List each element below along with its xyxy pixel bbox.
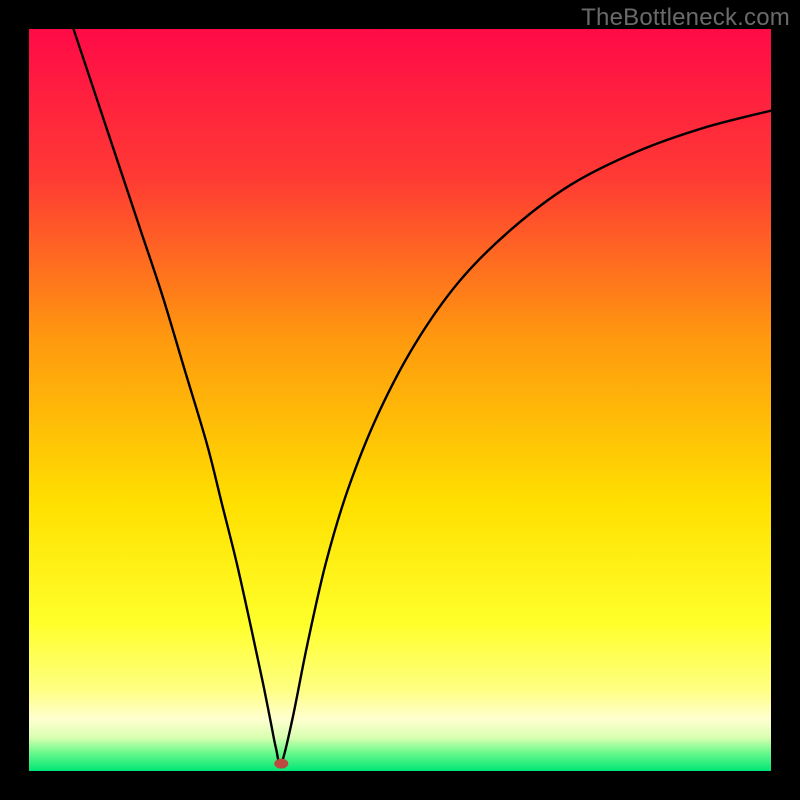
gradient-background xyxy=(29,29,771,771)
chart-svg xyxy=(29,29,771,771)
minimum-marker xyxy=(274,759,288,769)
chart-frame: TheBottleneck.com xyxy=(0,0,800,800)
watermark-text: TheBottleneck.com xyxy=(581,4,790,32)
plot-area xyxy=(29,29,771,771)
